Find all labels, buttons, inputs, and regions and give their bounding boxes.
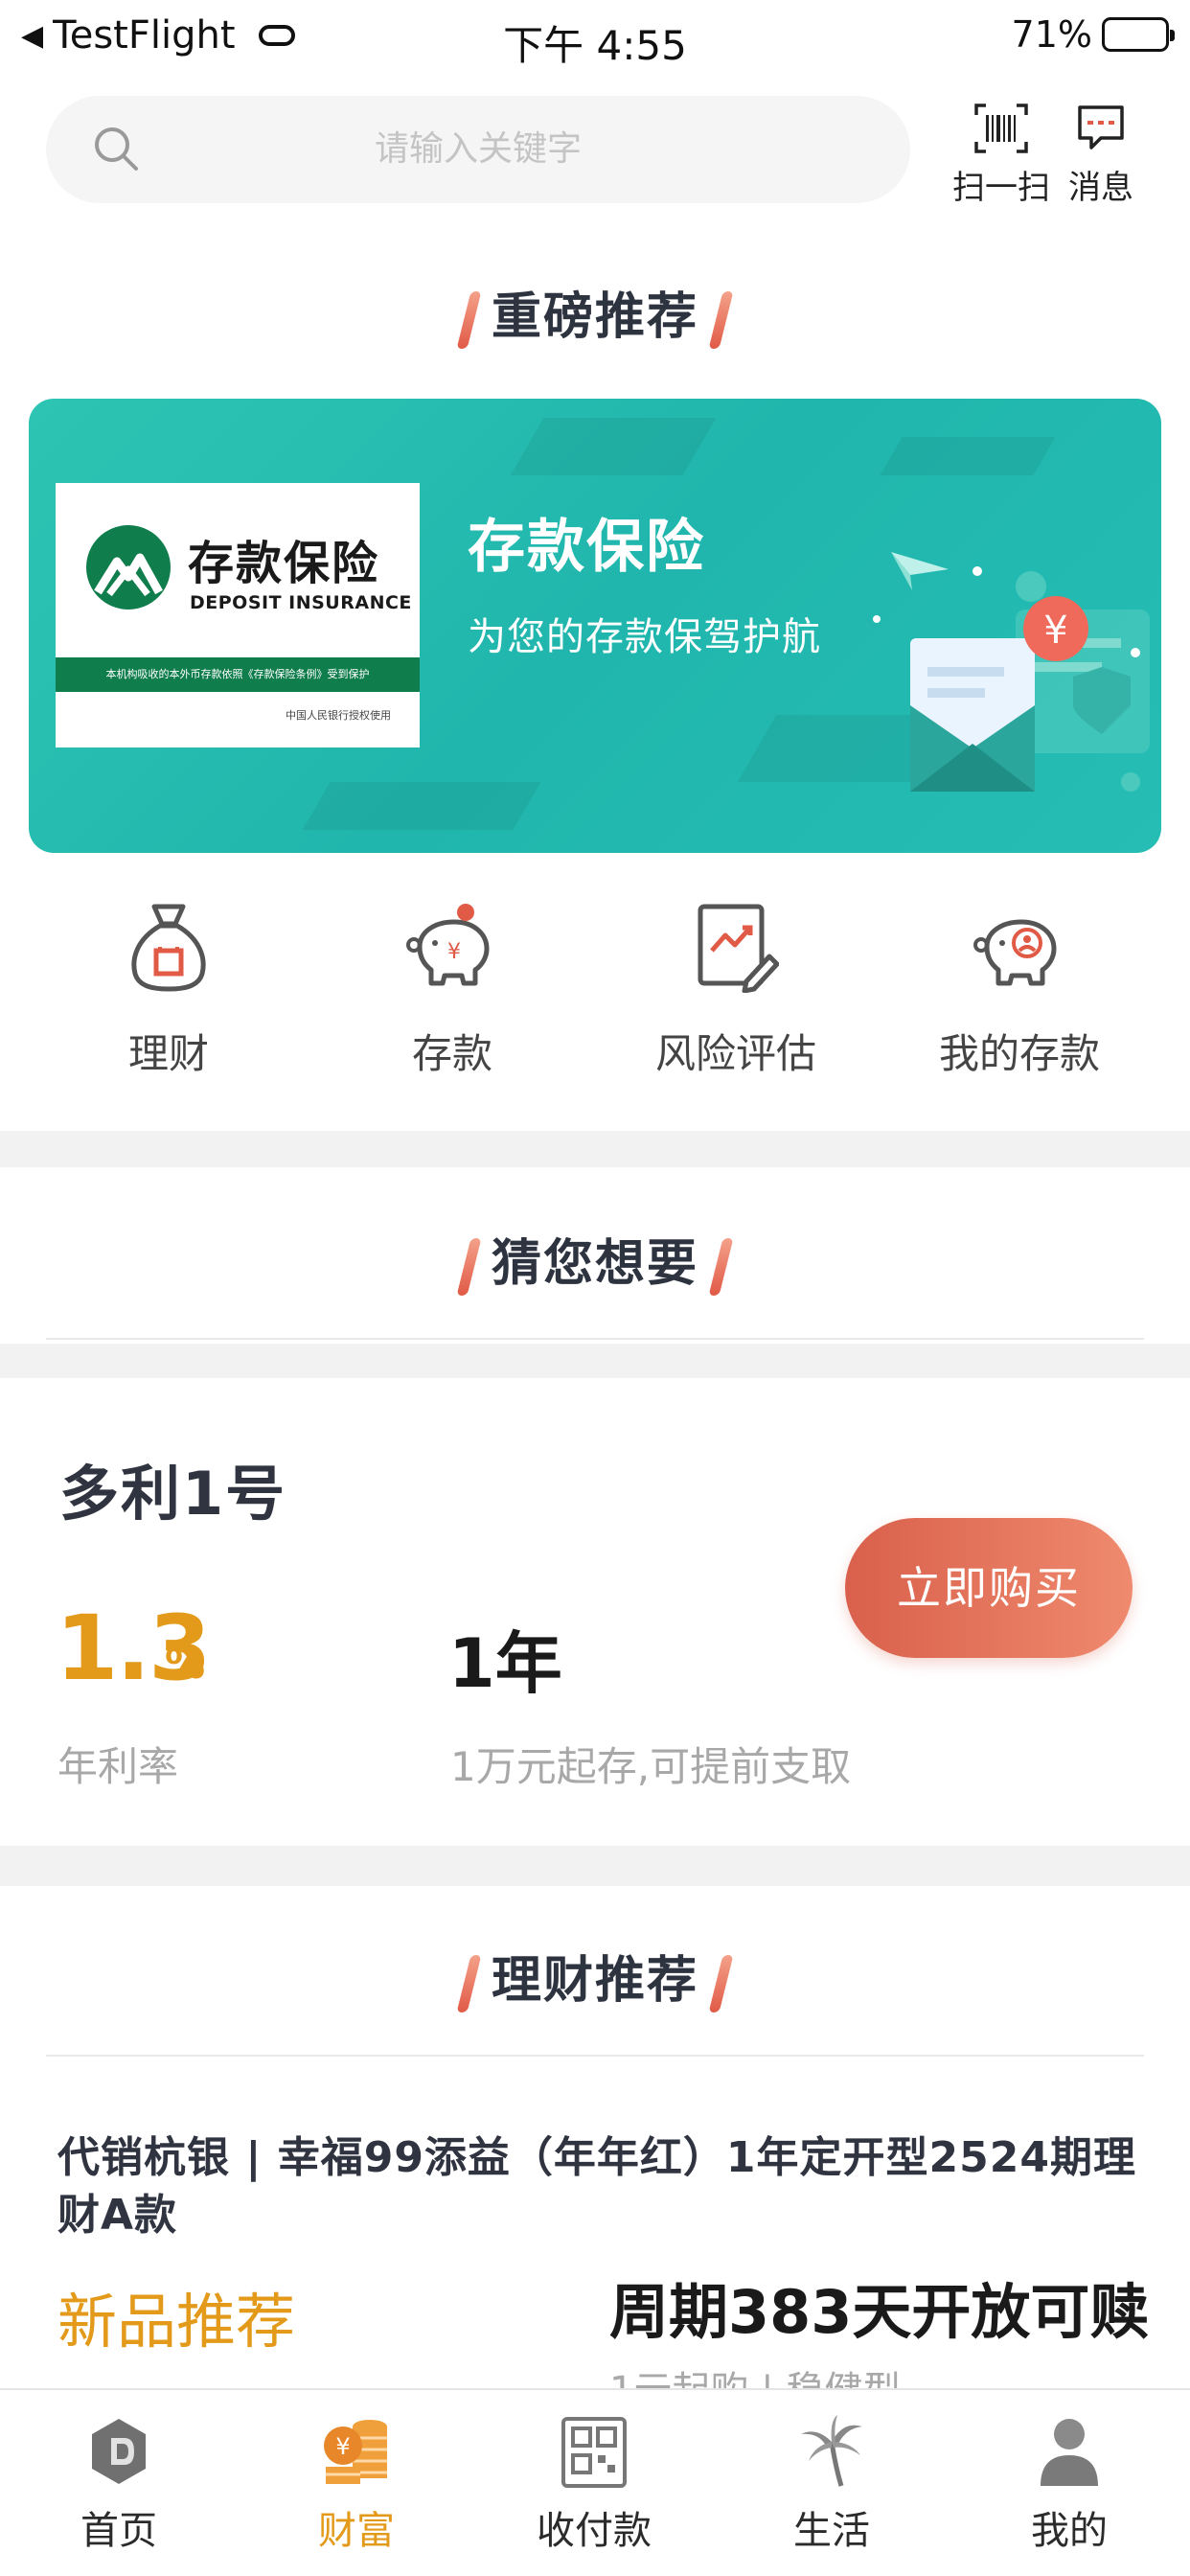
barcode-scan-icon — [974, 104, 1028, 153]
qr-code-icon — [561, 2417, 627, 2488]
section-divider — [0, 1344, 1190, 1378]
quick-action-deposit[interactable]: ¥ 存款 — [328, 901, 577, 1080]
battery-percent: 71% — [1011, 13, 1092, 56]
scan-button[interactable]: 扫一扫 — [949, 102, 1054, 208]
quick-action-my-deposit[interactable]: 我的存款 — [895, 901, 1144, 1080]
bottom-tab-bar: 首页 ¥ 财富 收付款 生活 我的 — [0, 2388, 1190, 2576]
quick-action-label: 我的存款 — [938, 1030, 1100, 1077]
wealth-product-period: 周期383天开放可赎 — [609, 2277, 1150, 2347]
product-name: 多利1号 — [59, 1459, 287, 1529]
battery-icon — [1102, 17, 1175, 52]
app-screen: ◀ TestFlight 下午 4:55 71% 请输入关键字 扫一扫 消息 重… — [0, 0, 1190, 2576]
home-icon — [92, 2419, 146, 2484]
quick-action-risk-assessment[interactable]: 风险评估 — [611, 901, 860, 1080]
envelope-illustration: ¥ — [873, 552, 1150, 792]
piggy-bank-icon: ¥ — [406, 904, 490, 986]
tab-label: 生活 — [793, 2509, 870, 2553]
money-bag-icon — [131, 904, 206, 992]
deposit-insurance-card: 存款保险 DEPOSIT INSURANCE 本机构吸收的本外币存款依照《存款保… — [56, 483, 420, 748]
product-rate-label: 年利率 — [57, 1743, 179, 1790]
section-divider — [0, 1131, 1190, 1167]
divider-line — [46, 1338, 1144, 1340]
message-icon — [1078, 105, 1124, 150]
wealth-coins-icon: ¥ — [324, 2420, 387, 2484]
tab-label: 我的 — [1031, 2509, 1108, 2553]
wealth-product-tag: 新品推荐 — [57, 2287, 296, 2357]
svg-text:¥: ¥ — [335, 2433, 350, 2460]
tab-profile[interactable]: 我的 — [973, 2413, 1165, 2555]
guess-section-title: 猜您想要 — [0, 1223, 1190, 1296]
quick-action-label: 理财 — [127, 1030, 209, 1077]
message-label: 消息 — [1068, 169, 1133, 207]
guess-title-text: 猜您想要 — [491, 1235, 698, 1293]
divider-line — [46, 2055, 1144, 2057]
banner-subline: 为您的存款保驾护航 — [468, 615, 821, 659]
wealth-title-text: 理财推荐 — [491, 1952, 698, 2010]
scan-label: 扫一扫 — [952, 169, 1050, 207]
palm-tree-icon — [801, 2415, 862, 2487]
banner-headline: 存款保险 — [468, 514, 705, 581]
deposit-card-stripe: 本机构吸收的本外币存款依照《存款保险条例》受到保护 — [56, 657, 420, 692]
my-deposit-icon — [973, 919, 1057, 986]
section-divider — [0, 1846, 1190, 1886]
tab-life[interactable]: 生活 — [736, 2413, 927, 2555]
product-term-desc: 1万元起存,可提前支取 — [450, 1743, 852, 1790]
product-rate-unit: % — [165, 1641, 206, 1688]
deposit-card-title-en: DEPOSIT INSURANCE — [190, 592, 412, 613]
tab-label: 财富 — [318, 2509, 395, 2553]
tab-payments[interactable]: 收付款 — [498, 2413, 690, 2555]
tab-home[interactable]: 首页 — [23, 2413, 215, 2555]
product-term: 1年 — [448, 1624, 562, 1703]
wealth-section-title: 理财推荐 — [0, 1940, 1190, 2012]
search-input[interactable]: 请输入关键字 — [46, 96, 910, 203]
search-placeholder: 请输入关键字 — [374, 129, 582, 169]
deposit-insurance-banner[interactable]: 存款保险 DEPOSIT INSURANCE 本机构吸收的本外币存款依照《存款保… — [29, 399, 1161, 853]
deposit-insurance-logo — [86, 525, 171, 610]
quick-action-label: 风险评估 — [654, 1030, 816, 1077]
profile-icon — [1041, 2419, 1098, 2486]
message-button[interactable]: 消息 — [1048, 102, 1154, 208]
deposit-card-title-cn: 存款保险 — [188, 537, 380, 590]
battery-indicator: 71% — [1011, 13, 1175, 56]
featured-section-title: 重磅推荐 — [0, 276, 1190, 349]
featured-title-text: 重磅推荐 — [491, 288, 698, 346]
tab-wealth[interactable]: ¥ 财富 — [261, 2413, 452, 2555]
tab-label: 首页 — [80, 2509, 157, 2553]
quick-action-wealth[interactable]: 理财 — [44, 901, 293, 1080]
status-bar: ◀ TestFlight 下午 4:55 71% — [0, 0, 1190, 77]
buy-now-button[interactable]: 立即购买 — [845, 1518, 1133, 1658]
wealth-product-name: 代销杭银 | 幸福99添益（年年红）1年定开型2524期理财A款 — [57, 2133, 1137, 2240]
svg-text:¥: ¥ — [1043, 609, 1067, 653]
risk-assessment-icon — [698, 904, 779, 993]
quick-action-label: 存款 — [411, 1030, 492, 1077]
deposit-card-footer: 中国人民银行授权使用 — [286, 709, 391, 722]
svg-text:¥: ¥ — [447, 940, 461, 964]
tab-label: 收付款 — [537, 2509, 652, 2553]
